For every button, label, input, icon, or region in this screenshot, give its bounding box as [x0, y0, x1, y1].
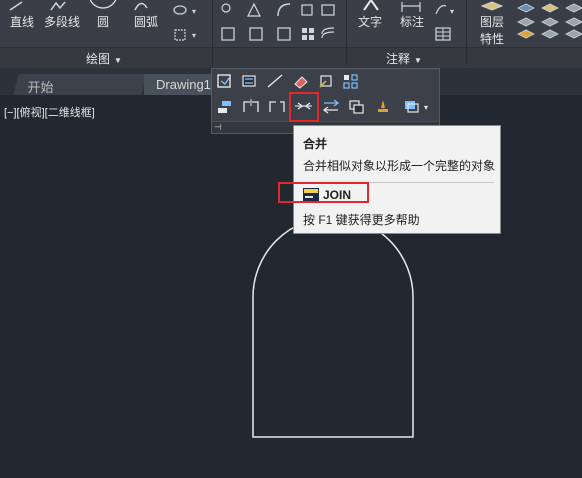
- draworder-dropdown-icon[interactable]: ▾: [402, 98, 432, 114]
- reverse-icon[interactable]: [322, 98, 340, 114]
- edit-polyline-icon[interactable]: [318, 73, 336, 89]
- draworder-icon[interactable]: [374, 98, 392, 114]
- lengthen-icon[interactable]: [266, 73, 284, 89]
- break-at-point-icon[interactable]: [242, 98, 260, 114]
- tooltip-help-hint: 按 F1 键获得更多帮助: [303, 213, 420, 227]
- explode-icon[interactable]: [240, 73, 258, 89]
- copy-properties-icon[interactable]: [216, 73, 234, 89]
- svg-text:▾: ▾: [424, 103, 428, 112]
- array-icon[interactable]: [342, 73, 360, 89]
- pin-icon[interactable]: ⊣: [214, 122, 228, 132]
- erase-icon[interactable]: [292, 73, 310, 89]
- tooltip-description: 合并相似对象以形成一个完整的对象: [303, 159, 496, 173]
- join-command-highlight: [278, 182, 369, 203]
- join-tooltip: 合并 合并相似对象以形成一个完整的对象 JOIN 按 F1 键获得更多帮助: [293, 125, 501, 234]
- tooltip-title: 合并: [303, 137, 328, 151]
- drawn-arch-shape: [252, 216, 414, 438]
- overkill-icon[interactable]: [348, 98, 366, 114]
- align-icon[interactable]: [216, 98, 234, 114]
- join-button-highlight: [289, 92, 319, 122]
- break-icon[interactable]: [268, 98, 286, 114]
